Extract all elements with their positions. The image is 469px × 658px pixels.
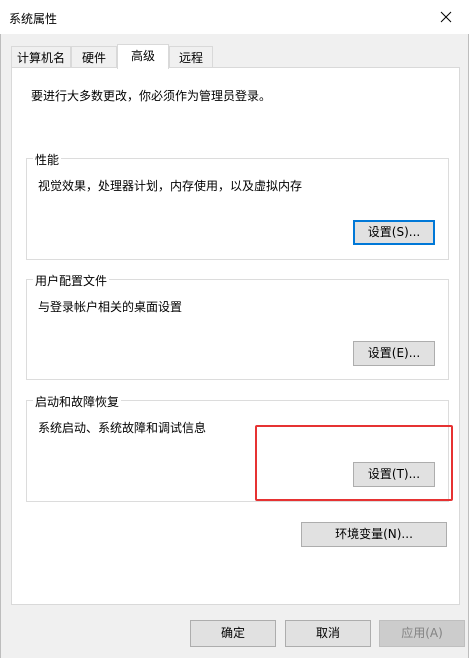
- apply-button[interactable]: 应用(A): [379, 620, 465, 647]
- performance-group: 性能 视觉效果，处理器计划，内存使用，以及虚拟内存 设置(S)...: [26, 151, 449, 260]
- performance-group-title: 性能: [33, 151, 62, 168]
- tab-advanced[interactable]: 高级: [117, 44, 169, 69]
- user-profiles-group: 用户配置文件 与登录帐户相关的桌面设置 设置(E)...: [26, 272, 449, 380]
- title-bar: 系统属性: [0, 0, 469, 34]
- highlight-annotation: [255, 425, 453, 501]
- performance-settings-button[interactable]: 设置(S)...: [353, 220, 435, 245]
- window-title: 系统属性: [9, 12, 58, 26]
- user-profiles-settings-button[interactable]: 设置(E)...: [353, 341, 435, 366]
- close-icon: [440, 11, 452, 23]
- close-button[interactable]: [423, 0, 469, 34]
- performance-desc: 视觉效果，处理器计划，内存使用，以及虚拟内存: [38, 179, 303, 193]
- startup-recovery-desc: 系统启动、系统故障和调试信息: [38, 421, 207, 435]
- tab-remote[interactable]: 远程: [169, 46, 213, 68]
- cancel-button[interactable]: 取消: [285, 620, 371, 647]
- user-profiles-group-title: 用户配置文件: [33, 272, 110, 289]
- user-profiles-desc: 与登录帐户相关的桌面设置: [38, 300, 183, 314]
- tab-hardware[interactable]: 硬件: [71, 46, 117, 68]
- startup-recovery-group-title: 启动和故障恢复: [33, 393, 122, 410]
- environment-variables-button[interactable]: 环境变量(N)...: [301, 522, 447, 547]
- dialog-client: 计算机名 硬件 高级 远程 要进行大多数更改，你必须作为管理员登录。 性能 视觉…: [0, 34, 469, 658]
- advanced-panel: 要进行大多数更改，你必须作为管理员登录。 性能 视觉效果，处理器计划，内存使用，…: [11, 67, 460, 605]
- ok-button[interactable]: 确定: [190, 620, 276, 647]
- tab-computer-name[interactable]: 计算机名: [11, 46, 71, 68]
- admin-notice: 要进行大多数更改，你必须作为管理员登录。: [31, 89, 272, 103]
